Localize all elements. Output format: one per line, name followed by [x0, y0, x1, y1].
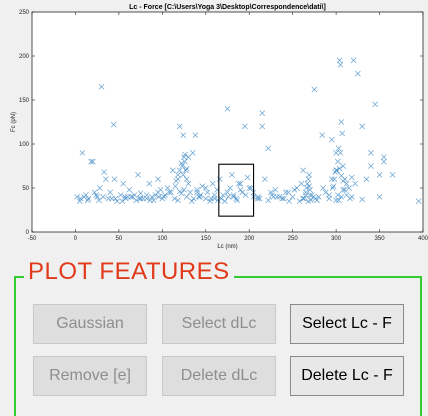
x-tick-label: -50	[28, 236, 37, 242]
remove-e-button[interactable]: Remove [e]	[33, 356, 147, 396]
x-tick-label: 0	[74, 236, 78, 242]
x-tick-label: 400	[418, 236, 428, 242]
y-tick-label: 50	[22, 186, 29, 192]
x-axis-label: Lc (nm)	[217, 244, 237, 250]
x-tick-label: 300	[331, 236, 342, 242]
y-tick-label: 200	[19, 54, 30, 60]
y-tick-label: 150	[19, 98, 30, 104]
x-tick-label: 50	[116, 236, 123, 242]
x-tick-label: 200	[244, 236, 255, 242]
select-lc-f-button[interactable]: Select Lc - F	[290, 304, 404, 344]
plot-features-title: PLOT FEATURES	[24, 258, 234, 286]
scatter-plot-area[interactable]: Lc - Force [C:\Users\Yoga 3\Desktop\Corr…	[0, 0, 428, 250]
y-tick-label: 250	[19, 10, 30, 16]
delete-lc-f-button[interactable]: Delete Lc - F	[290, 356, 404, 396]
x-tick-label: 250	[288, 236, 299, 242]
delete-dlc-button[interactable]: Delete dLc	[162, 356, 276, 396]
gaussian-button[interactable]: Gaussian	[33, 304, 147, 344]
y-tick-label: 100	[19, 142, 30, 148]
x-tick-label: 100	[157, 236, 168, 242]
chart-title: Lc - Force [C:\Users\Yoga 3\Desktop\Corr…	[129, 4, 326, 11]
lc-force-scatter-chart[interactable]: Lc - Force [C:\Users\Yoga 3\Desktop\Corr…	[0, 0, 428, 250]
select-dlc-button[interactable]: Select dLc	[162, 304, 276, 344]
x-tick-label: 150	[201, 236, 212, 242]
x-tick-label: 350	[375, 236, 386, 242]
y-axis-label: Fc (pN)	[11, 112, 17, 132]
